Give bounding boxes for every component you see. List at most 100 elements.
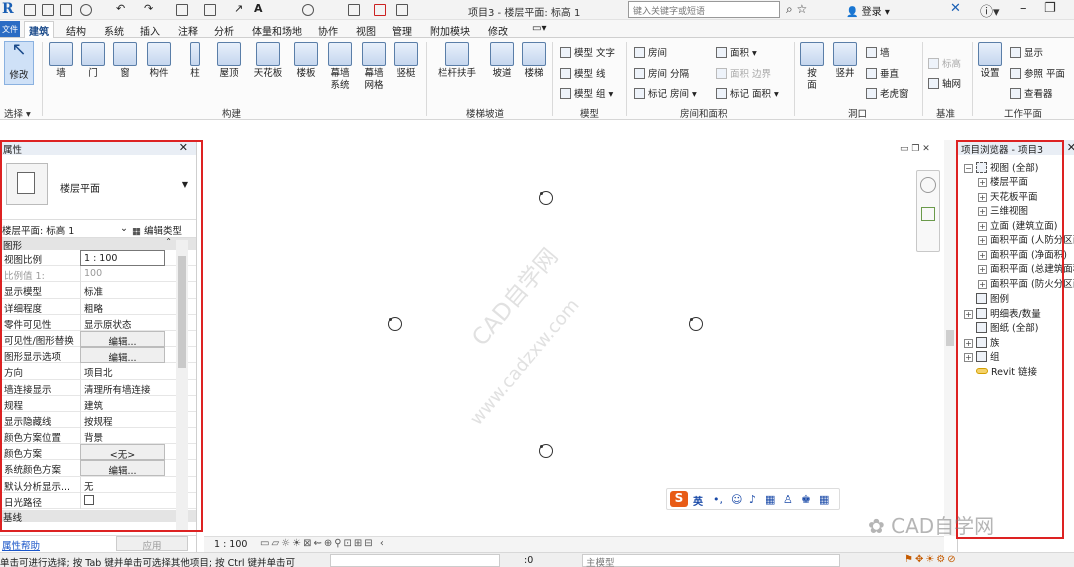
view-control-icons[interactable]: ▭▱☼☀⊠⇜⊕⚲⊡⊞⊟ ‹ [260, 538, 386, 549]
tree-item[interactable]: + 明细表/数量 [964, 306, 1041, 320]
save-icon[interactable] [60, 4, 72, 16]
login-button[interactable]: 👤 登录 ▾ [846, 3, 890, 18]
sun-path-checkbox[interactable] [80, 492, 165, 509]
type-selector[interactable]: 楼层平面 ▼ [0, 155, 196, 220]
mullion-button[interactable]: 竖梃 [392, 42, 420, 80]
set-work-plane-button[interactable]: 设置 [976, 42, 1004, 80]
model-group-button[interactable]: 模型 组 ▾ [560, 86, 613, 100]
tree-item[interactable]: + 组 [964, 349, 1000, 363]
view-scale[interactable]: 1 : 100 [214, 539, 247, 550]
stair-button[interactable]: 楼梯 [520, 42, 548, 80]
ribbon-minimize-icon[interactable]: ▭▾ [532, 23, 546, 34]
property-value[interactable]: 清理所有墙连接 [80, 379, 165, 396]
edit-button[interactable]: <无> [80, 444, 165, 461]
expand-icon[interactable]: + [978, 178, 987, 187]
instance-selector[interactable]: 楼层平面: 标高 1 [2, 226, 74, 237]
3d-view-icon[interactable] [302, 4, 314, 16]
property-value[interactable]: 项目北 [80, 363, 165, 380]
dormer-button[interactable]: 老虎窗 [866, 86, 909, 100]
floor-button[interactable]: 楼板 [292, 42, 320, 80]
sync-icon[interactable] [80, 4, 92, 16]
tab-modify[interactable]: 修改 [488, 23, 508, 38]
expand-icon[interactable]: + [964, 309, 973, 319]
edit-button[interactable]: 编辑... [80, 330, 165, 348]
wall-button[interactable]: 墙 [48, 42, 74, 80]
tree-views-all[interactable]: − 视图 (全部) [964, 160, 1038, 174]
edit-type-button[interactable]: ▦ 编辑类型 [132, 223, 182, 237]
room-separator-button[interactable]: 房间 分隔 [634, 66, 689, 80]
model-text-button[interactable]: 模型 文字 [560, 45, 615, 59]
property-value[interactable]: 背景 [80, 428, 165, 445]
elevation-marker-south[interactable] [539, 444, 553, 458]
undo-icon[interactable]: ↶ [116, 2, 128, 15]
tree-item[interactable]: 图纸 (全部) [976, 320, 1038, 334]
exchange-icon[interactable]: ✕ [950, 1, 961, 16]
canvas-scrollbar[interactable] [944, 140, 956, 536]
tab-massing-site[interactable]: 体量和场地 [252, 23, 302, 38]
scrollbar-thumb[interactable] [946, 330, 954, 346]
tag-room-button[interactable]: 标记 房间 ▾ [634, 86, 697, 100]
chevron-down-icon[interactable]: ⌄ [120, 223, 128, 234]
keyboard-icon[interactable]: ▦ [765, 493, 775, 506]
edit-button[interactable]: 编辑... [80, 460, 165, 477]
tab-file[interactable]: 文件 [0, 21, 20, 37]
expand-icon[interactable]: + [964, 338, 973, 348]
edit-button[interactable]: 编辑... [80, 347, 165, 364]
workset-dropdown[interactable] [330, 554, 500, 567]
property-value[interactable]: 按规程 [80, 411, 165, 428]
elevation-marker-north[interactable] [539, 191, 553, 205]
tab-annotate[interactable]: 注释 [178, 23, 198, 38]
checkbox-icon[interactable] [84, 494, 94, 505]
ref-plane-button[interactable]: 参照 平面 [1010, 66, 1065, 80]
measure-icon[interactable] [204, 4, 216, 16]
tree-item[interactable]: + 天花板平面 [978, 189, 1038, 203]
tree-item[interactable]: Revit 链接 [976, 364, 1037, 378]
tree-item[interactable]: + 三维视图 [978, 203, 1028, 217]
scrollbar-thumb[interactable] [178, 256, 186, 368]
grid-button[interactable]: 轴网 [928, 76, 961, 90]
curtain-grid-button[interactable]: 幕墙 网格 [360, 42, 388, 92]
expand-icon[interactable]: + [978, 207, 987, 216]
tree-item[interactable]: + 立面 (建筑立面) [978, 218, 1057, 232]
show-work-plane-button[interactable]: 显示 [1010, 45, 1043, 59]
properties-scrollbar[interactable] [176, 240, 188, 530]
tab-addins[interactable]: 附加模块 [430, 23, 470, 38]
dimension-icon[interactable]: ↗ [234, 2, 246, 15]
collapse-icon[interactable]: ⌃ [165, 237, 172, 246]
expand-icon[interactable]: + [978, 221, 987, 231]
expand-icon[interactable]: + [978, 279, 987, 289]
curtain-system-button[interactable]: 幕墙 系统 [326, 42, 354, 92]
tab-structure[interactable]: 结构 [66, 23, 86, 38]
expand-icon[interactable]: + [964, 353, 973, 362]
railing-button[interactable]: 栏杆扶手 [434, 42, 480, 80]
property-value[interactable]: 粗略 [80, 298, 165, 315]
close-hidden-icon[interactable] [374, 4, 386, 16]
toolbox-icon[interactable]: ▦ [819, 493, 829, 506]
drawing-canvas[interactable]: CAD自学网 www.cadzxw.com ▭ ❐ ✕ S 英 •, ☺ ♪ ▦… [204, 140, 944, 536]
text-icon[interactable]: A [254, 2, 266, 15]
room-button[interactable]: 房间 [634, 45, 667, 59]
property-value[interactable]: 建筑 [80, 395, 165, 412]
tab-view[interactable]: 视图 [356, 23, 376, 38]
property-value[interactable]: 无 [80, 476, 165, 493]
by-face-button[interactable]: 按 面 [800, 42, 824, 92]
modify-button[interactable]: ↖ 修改 [4, 41, 34, 85]
ceiling-button[interactable]: 天花板 [250, 42, 286, 80]
property-value[interactable]: 1 : 100 [80, 250, 165, 266]
close-icon[interactable]: ✕ [179, 141, 188, 154]
tag-area-button[interactable]: 标记 面积 ▾ [716, 86, 779, 100]
new-icon[interactable] [24, 4, 36, 16]
search-input[interactable]: 键入关键字或短语 [628, 1, 780, 18]
ime-toolbar[interactable]: S 英 •, ☺ ♪ ▦ ♙ ♚ ▦ [666, 488, 840, 510]
tab-collaborate[interactable]: 协作 [318, 23, 338, 38]
thin-lines-icon[interactable] [348, 4, 360, 16]
group-graphics[interactable]: 图形 ⌃ [0, 237, 196, 252]
door-button[interactable]: 门 [80, 42, 106, 80]
view-window-controls[interactable]: ▭ ❐ ✕ [900, 144, 930, 154]
tree-item[interactable]: +面积平面 (总建筑面积) [978, 261, 1074, 275]
expand-icon[interactable]: + [978, 265, 987, 274]
close-icon[interactable]: ✕ [1067, 141, 1074, 154]
chevron-down-icon[interactable]: ▼ [182, 180, 188, 189]
wall-opening-button[interactable]: 墙 [866, 45, 890, 59]
window-button[interactable]: 窗 [112, 42, 138, 80]
